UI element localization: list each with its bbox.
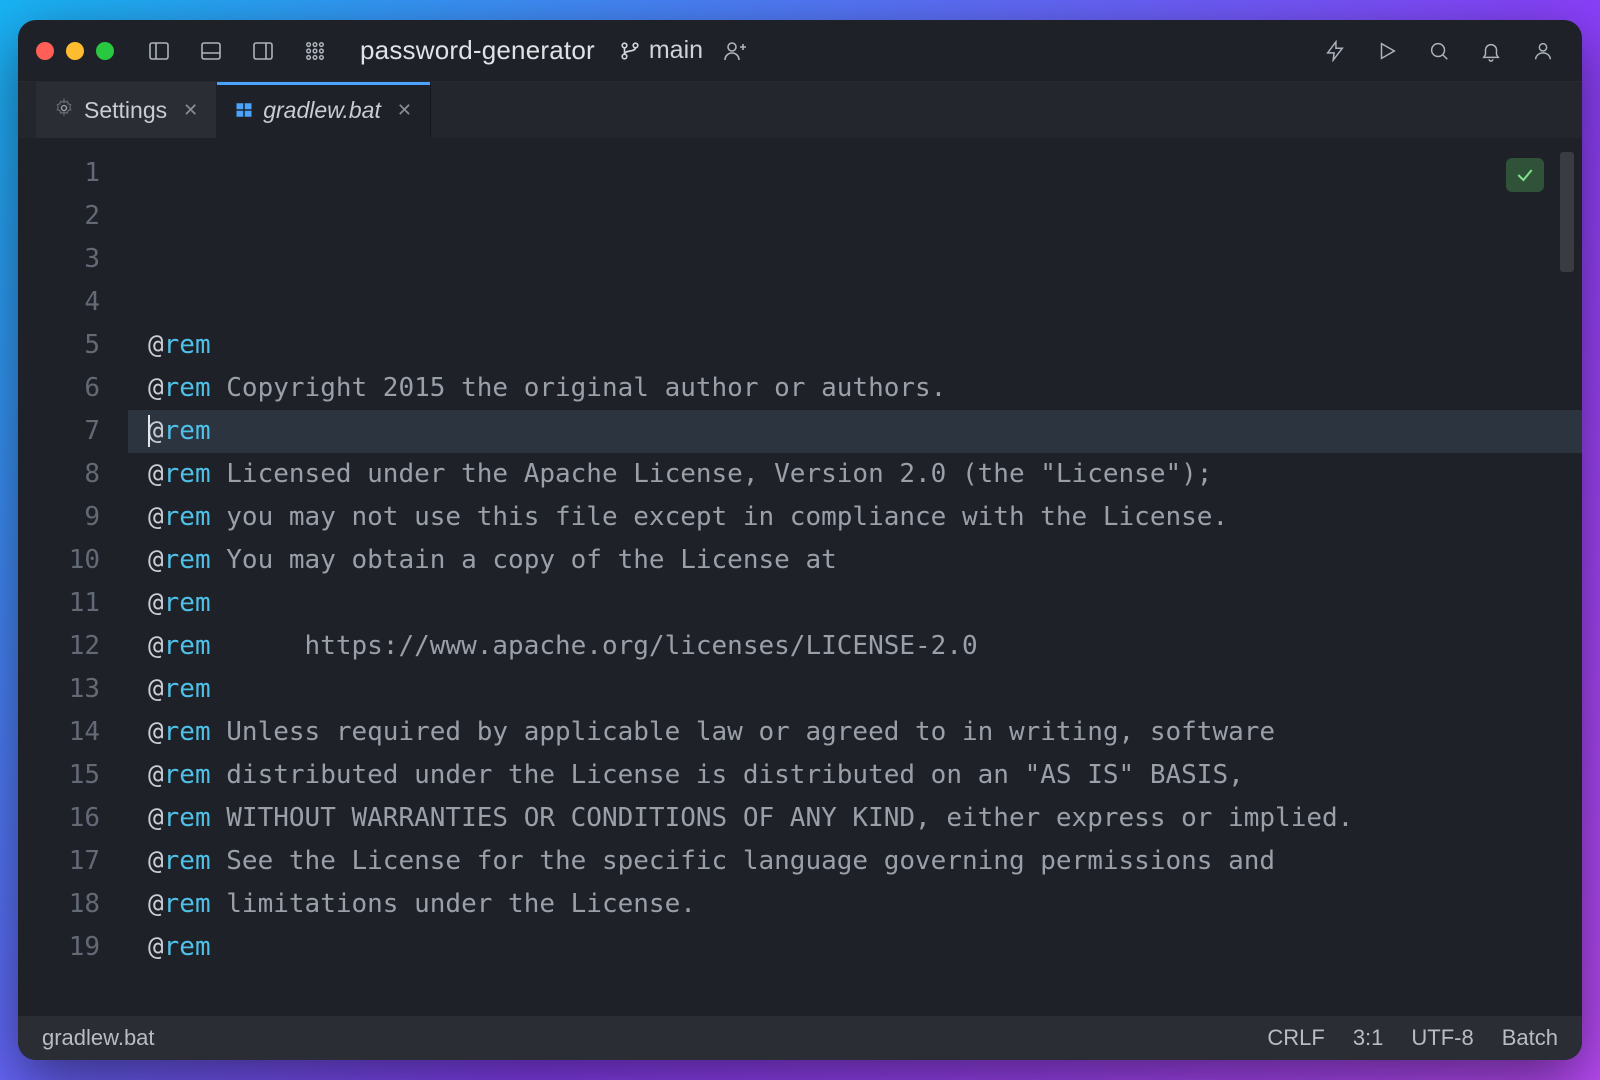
grid-icon[interactable] [294, 30, 336, 72]
gutter-line-number: 15 [18, 754, 100, 797]
code-area[interactable]: @rem@rem Copyright 2015 the original aut… [128, 138, 1582, 1016]
editor[interactable]: 12345678910111213141516171819 @rem@rem C… [18, 138, 1582, 1016]
close-icon[interactable]: ✕ [183, 100, 198, 121]
gutter-line-number: 18 [18, 883, 100, 926]
scrollbar-thumb[interactable] [1560, 152, 1574, 272]
code-line[interactable]: @rem [128, 582, 1582, 625]
code-line[interactable]: @rem you may not use this file except in… [128, 496, 1582, 539]
ide-window: password-generator main [18, 20, 1582, 1060]
tab-label: Settings [84, 97, 167, 124]
panel-right-icon[interactable] [242, 30, 284, 72]
close-window-button[interactable] [36, 42, 54, 60]
maximize-window-button[interactable] [96, 42, 114, 60]
code-line[interactable]: @rem WITHOUT WARRANTIES OR CONDITIONS OF… [128, 797, 1582, 840]
gutter-line-number: 6 [18, 367, 100, 410]
tab-bar: Settings ✕ gradlew.bat ✕ [18, 82, 1582, 138]
tab-settings[interactable]: Settings ✕ [36, 82, 217, 138]
gutter-line-number: 8 [18, 453, 100, 496]
git-branch[interactable]: main [619, 36, 703, 65]
gutter-line-number: 1 [18, 152, 100, 195]
window-controls [36, 42, 114, 60]
add-user-icon[interactable] [713, 30, 755, 72]
gutter-line-number: 12 [18, 625, 100, 668]
problems-ok-badge[interactable] [1506, 158, 1544, 192]
code-line[interactable]: @rem [128, 410, 1582, 453]
panel-left-icon[interactable] [138, 30, 180, 72]
project-title[interactable]: password-generator [360, 35, 595, 66]
windows-icon [235, 101, 253, 119]
search-icon[interactable] [1418, 30, 1460, 72]
code-line[interactable]: @rem https://www.apache.org/licenses/LIC… [128, 625, 1582, 668]
gutter-line-number: 11 [18, 582, 100, 625]
check-icon [1515, 165, 1535, 185]
gutter-line-number: 19 [18, 926, 100, 969]
gear-icon [54, 97, 74, 124]
gutter-line-number: 14 [18, 711, 100, 754]
status-line-ending[interactable]: CRLF [1267, 1025, 1324, 1051]
code-line[interactable]: @rem Unless required by applicable law o… [128, 711, 1582, 754]
tab-gradlew[interactable]: gradlew.bat ✕ [217, 82, 431, 138]
tab-label: gradlew.bat [263, 97, 381, 124]
code-line[interactable]: @rem Licensed under the Apache License, … [128, 453, 1582, 496]
gutter-line-number: 5 [18, 324, 100, 367]
gutter-line-number: 10 [18, 539, 100, 582]
code-line[interactable]: @rem You may obtain a copy of the Licens… [128, 539, 1582, 582]
status-language[interactable]: Batch [1502, 1025, 1558, 1051]
code-line[interactable]: @rem limitations under the License. [128, 883, 1582, 926]
status-position[interactable]: 3:1 [1353, 1025, 1384, 1051]
panel-bottom-icon[interactable] [190, 30, 232, 72]
status-encoding[interactable]: UTF-8 [1411, 1025, 1473, 1051]
gutter-line-number: 9 [18, 496, 100, 539]
gutter-line-number: 3 [18, 238, 100, 281]
gutter-line-number: 7 [18, 410, 100, 453]
minimize-window-button[interactable] [66, 42, 84, 60]
gutter-line-number: 13 [18, 668, 100, 711]
bolt-icon[interactable] [1314, 30, 1356, 72]
code-line[interactable]: @rem [128, 926, 1582, 969]
code-line[interactable]: @rem See the License for the specific la… [128, 840, 1582, 883]
code-line[interactable]: @if "%DEBUG%"=="" @echo off [128, 1012, 1582, 1016]
code-line[interactable]: @rem distributed under the License is di… [128, 754, 1582, 797]
gutter-line-number: 17 [18, 840, 100, 883]
text-cursor [148, 415, 150, 447]
branch-name: main [649, 36, 703, 65]
run-icon[interactable] [1366, 30, 1408, 72]
status-filename[interactable]: gradlew.bat [42, 1025, 1239, 1051]
code-line[interactable]: @rem [128, 324, 1582, 367]
branch-icon [619, 40, 641, 62]
close-icon[interactable]: ✕ [397, 100, 412, 121]
gutter-line-number: 4 [18, 281, 100, 324]
bell-icon[interactable] [1470, 30, 1512, 72]
user-icon[interactable] [1522, 30, 1564, 72]
gutter-line-number: 2 [18, 195, 100, 238]
code-line[interactable]: @rem [128, 668, 1582, 711]
code-line[interactable] [128, 969, 1582, 1012]
status-bar: gradlew.bat CRLF 3:1 UTF-8 Batch [18, 1016, 1582, 1060]
gutter-line-number: 16 [18, 797, 100, 840]
line-gutter: 12345678910111213141516171819 [18, 138, 128, 1016]
titlebar: password-generator main [18, 20, 1582, 82]
code-line[interactable]: @rem Copyright 2015 the original author … [128, 367, 1582, 410]
